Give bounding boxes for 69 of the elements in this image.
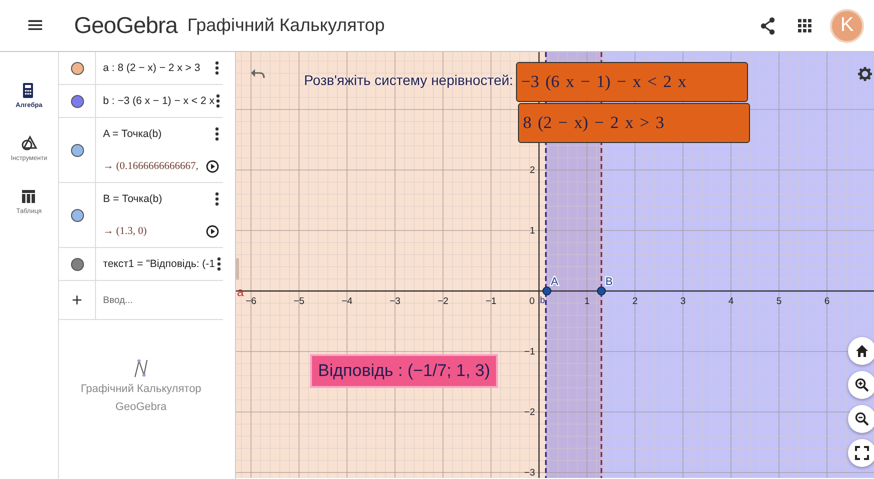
axis-label: −4 xyxy=(342,296,352,307)
axis-label: 3 xyxy=(680,296,686,307)
table-icon xyxy=(20,188,38,205)
axis-label: 1 xyxy=(584,296,590,307)
axis-label: 1 xyxy=(530,226,535,236)
zoom-out-button[interactable] xyxy=(848,405,874,433)
fullscreen-button[interactable] xyxy=(848,439,874,467)
more-options-icon[interactable] xyxy=(215,192,219,206)
inequality-box[interactable]: 8 (2 − x) − 2 x > 3 xyxy=(518,103,750,143)
visibility-dot[interactable] xyxy=(70,144,84,156)
add-button[interactable]: + xyxy=(72,290,82,310)
axis-label: −6 xyxy=(246,296,256,307)
axis-label: −2 xyxy=(438,296,448,307)
point-label: B xyxy=(605,276,613,288)
task-text: Розв'яжіть систему нерівностей: xyxy=(304,72,514,88)
axis-label: −1 xyxy=(486,296,496,307)
axis-label: 2 xyxy=(530,165,535,176)
axis-label: 4 xyxy=(728,296,734,307)
scrollbar[interactable] xyxy=(236,258,239,280)
undo-icon[interactable] xyxy=(251,69,265,79)
visibility-dot[interactable] xyxy=(70,258,84,270)
point-value: → (0.1666666666667, xyxy=(103,160,198,172)
share-icon[interactable] xyxy=(760,16,776,34)
algebra-expression[interactable]: B = Точка(b) xyxy=(103,193,162,205)
visibility-dot[interactable] xyxy=(70,208,84,222)
app-name-text: Графічний Калькулятор xyxy=(80,382,202,396)
point-value: → (1.3, 0) xyxy=(103,226,147,236)
zoom-in-icon xyxy=(855,378,869,392)
shapes-icon xyxy=(20,135,38,152)
input-field[interactable]: Ввод... xyxy=(103,294,203,306)
menu-button[interactable]: ≡ xyxy=(26,13,44,38)
axis-label: 6 xyxy=(824,296,830,307)
graph-logo-icon xyxy=(133,358,149,378)
play-icon[interactable] xyxy=(206,160,219,172)
app-title: Графічний Калькулятор xyxy=(187,15,385,36)
zoom-out-icon xyxy=(855,412,869,426)
zoom-in-button[interactable] xyxy=(848,371,874,399)
algebra-expression[interactable]: a : 8 (2 − x) − 2 x > 3 xyxy=(103,62,200,74)
axis-label: 2 xyxy=(632,296,638,307)
axis-label: −3 xyxy=(524,468,535,478)
axis-label: 0 xyxy=(529,296,535,307)
algebra-expression[interactable]: A = Точка(b) xyxy=(103,128,162,140)
home-icon xyxy=(855,344,869,358)
point[interactable] xyxy=(596,286,606,296)
apps-grid-icon[interactable] xyxy=(798,18,812,32)
more-options-icon[interactable] xyxy=(217,257,221,271)
app-logo: GeoGebra xyxy=(74,12,178,39)
more-options-icon[interactable] xyxy=(215,127,219,141)
point-label: A xyxy=(550,276,558,288)
visibility-dot[interactable] xyxy=(70,94,84,108)
more-options-icon[interactable] xyxy=(215,61,219,75)
axis-label: −2 xyxy=(524,407,535,418)
point[interactable] xyxy=(542,286,552,296)
app-name-text: GeoGebra xyxy=(115,400,167,414)
axis-label: −3 xyxy=(390,296,400,307)
more-options-icon[interactable] xyxy=(216,94,220,108)
axis-label: −1 xyxy=(524,346,535,358)
home-button[interactable] xyxy=(848,337,874,365)
fullscreen-icon xyxy=(855,446,869,460)
axis-label: 5 xyxy=(776,296,782,307)
settings-icon[interactable] xyxy=(858,67,872,81)
visibility-dot[interactable] xyxy=(70,62,84,74)
axis-label: −5 xyxy=(294,296,304,307)
answer-box[interactable]: Відповідь : (−1/7; 1, 3) xyxy=(310,354,498,388)
algebra-expression[interactable]: текст1 = "Відповідь: (-1 xyxy=(103,258,215,270)
play-icon[interactable] xyxy=(206,224,219,238)
algebra-expression[interactable]: b : −3 (6 x − 1) − x < 2 x xyxy=(103,95,214,107)
inequality-box[interactable]: −3 (6 x − 1) − x < 2 x xyxy=(516,62,748,102)
curve-label: b xyxy=(540,295,546,305)
